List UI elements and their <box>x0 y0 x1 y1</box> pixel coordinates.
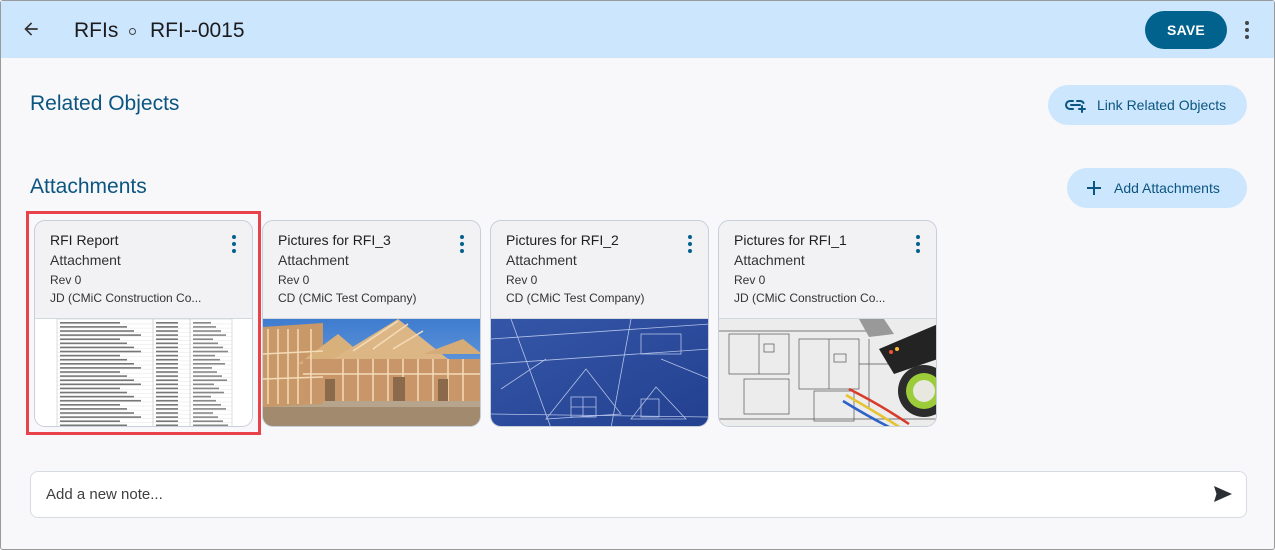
card-title: Pictures for RFI_1 <box>734 232 847 248</box>
link-add-icon <box>1065 99 1086 113</box>
electrical-plan-thumbnail <box>719 319 936 426</box>
attachment-card[interactable]: Pictures for RFI_2 Attachment Rev 0 CD (… <box>490 220 709 427</box>
more-vertical-icon <box>688 235 692 239</box>
save-button[interactable]: SAVE <box>1145 11 1227 49</box>
document-thumbnail <box>35 319 252 426</box>
card-owner: JD (CMiC Construction Co... <box>734 291 886 305</box>
card-type: Attachment <box>50 252 121 268</box>
plus-icon <box>1087 181 1101 195</box>
more-vertical-icon <box>916 235 920 239</box>
card-type: Attachment <box>278 252 349 268</box>
app-header: RFIs RFI--0015 SAVE <box>1 1 1274 58</box>
card-title: RFI Report <box>50 232 119 248</box>
house-framing-thumbnail <box>263 319 480 426</box>
card-owner: CD (CMiC Test Company) <box>278 291 417 305</box>
card-owner: JD (CMiC Construction Co... <box>50 291 202 305</box>
attachment-card[interactable]: Pictures for RFI_3 Attachment Rev 0 CD (… <box>262 220 481 427</box>
card-menu-button[interactable] <box>458 235 466 253</box>
card-title: Pictures for RFI_3 <box>278 232 391 248</box>
add-attachments-button[interactable]: Add Attachments <box>1067 168 1247 208</box>
card-type: Attachment <box>506 252 577 268</box>
attachment-card[interactable]: Pictures for RFI_1 Attachment Rev 0 JD (… <box>718 220 937 427</box>
new-note-input[interactable] <box>46 472 1206 517</box>
more-vertical-icon <box>1245 21 1249 25</box>
attachment-card[interactable]: RFI Report Attachment Rev 0 JD (CMiC Con… <box>34 220 253 427</box>
add-attachments-label: Add Attachments <box>1114 180 1220 196</box>
card-owner: CD (CMiC Test Company) <box>506 291 645 305</box>
breadcrumb-rfis[interactable]: RFIs <box>74 19 118 43</box>
breadcrumb-separator <box>129 28 136 35</box>
card-menu-button[interactable] <box>686 235 694 253</box>
card-type: Attachment <box>734 252 805 268</box>
more-options-button[interactable] <box>1237 18 1257 42</box>
link-related-objects-label: Link Related Objects <box>1097 97 1227 113</box>
note-composer <box>30 471 1247 518</box>
link-related-objects-button[interactable]: Link Related Objects <box>1048 85 1247 125</box>
card-title: Pictures for RFI_2 <box>506 232 619 248</box>
more-vertical-icon <box>232 235 236 239</box>
card-revision: Rev 0 <box>734 273 766 287</box>
card-revision: Rev 0 <box>278 273 310 287</box>
more-vertical-icon <box>460 235 464 239</box>
back-button[interactable] <box>17 15 45 43</box>
card-menu-button[interactable] <box>914 235 922 253</box>
arrow-left-icon <box>24 22 38 36</box>
send-icon <box>1214 486 1232 502</box>
blueprint-thumbnail <box>491 319 708 426</box>
card-revision: Rev 0 <box>506 273 538 287</box>
breadcrumb-current: RFI--0015 <box>150 19 245 42</box>
attachments-title: Attachments <box>30 175 147 198</box>
card-menu-button[interactable] <box>230 235 238 253</box>
related-objects-title: Related Objects <box>30 92 180 115</box>
send-note-button[interactable] <box>1214 486 1236 504</box>
card-revision: Rev 0 <box>50 273 82 287</box>
